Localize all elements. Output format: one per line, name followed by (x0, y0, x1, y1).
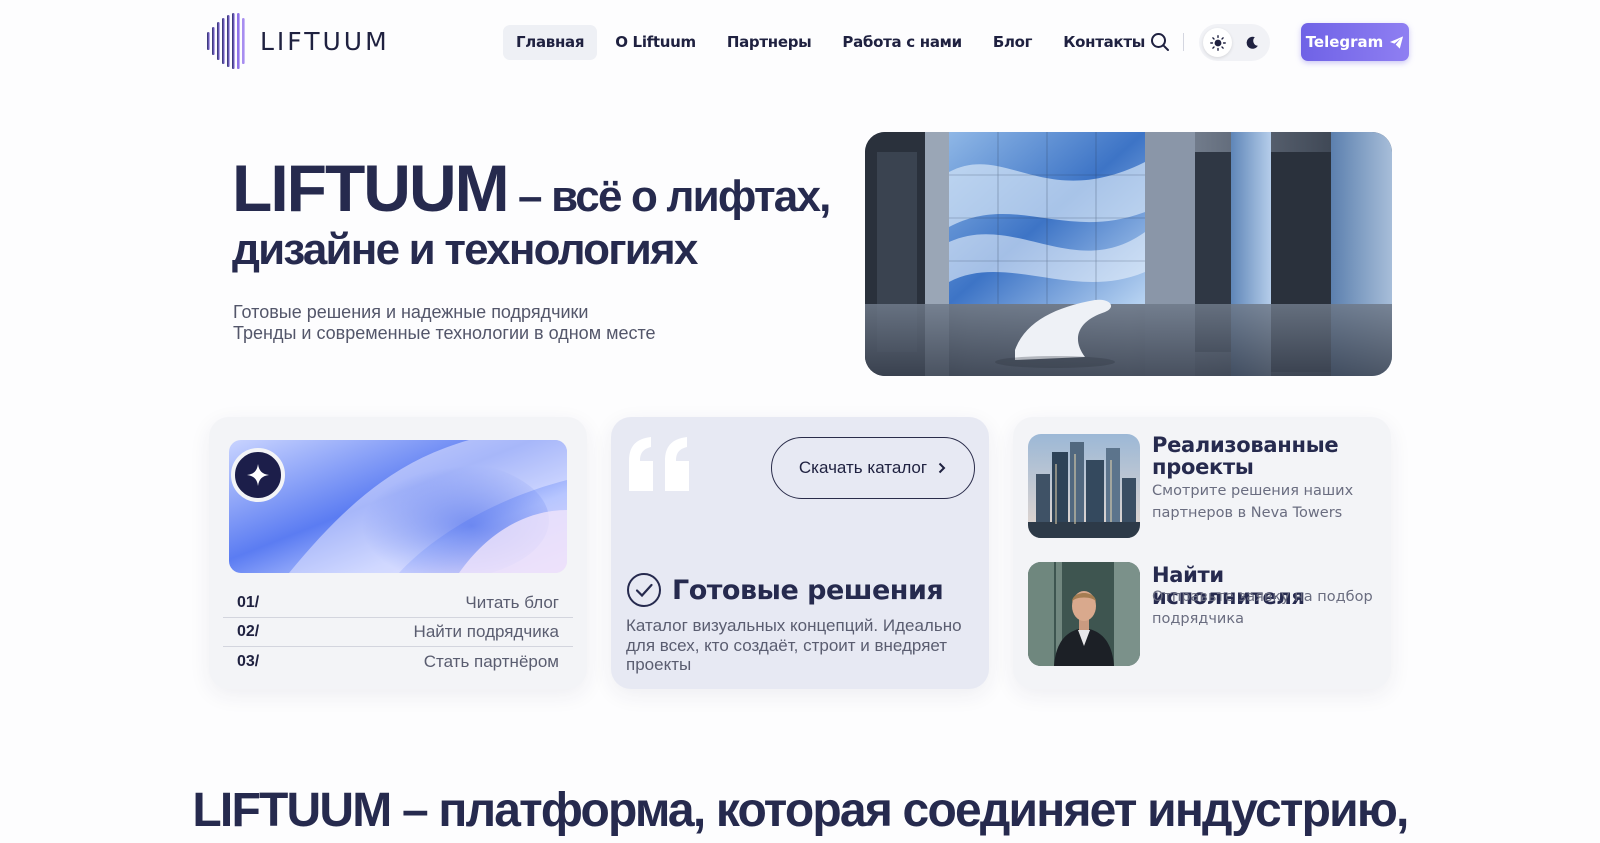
quick-link-number: 01/ (237, 594, 260, 611)
check-circle-icon (627, 573, 661, 607)
find-contractor-description: Отправьте заявку на подбор подрядчика (1152, 589, 1373, 627)
blog-card: 01/ Читать блог 02/ Найти подрядчика 03/… (209, 417, 587, 689)
skyscrapers-image (1028, 434, 1140, 538)
nav-item-partners[interactable]: Партнеры (714, 25, 825, 60)
light-theme-button[interactable] (1203, 28, 1232, 57)
search-icon (1151, 33, 1169, 51)
realized-projects-item[interactable]: Реализованные проекты Смотрите решения н… (1028, 434, 1378, 539)
hero-elevator-lobby-image (865, 132, 1392, 376)
main-nav: Главная О Liftuum Партнеры Работа с нами… (503, 25, 1163, 60)
search-button[interactable] (1148, 30, 1172, 54)
quick-link-label: Стать партнёром (423, 651, 559, 671)
hero-subtitle: Готовые решения и надежные подрядчики Тр… (233, 302, 656, 344)
logo[interactable]: LIFTUUM (206, 12, 390, 70)
contractor-portrait-image (1028, 562, 1140, 666)
download-catalog-label: Скачать каталог (798, 458, 928, 477)
hero-subtitle-line2: Тренды и современные технологии в одном … (233, 323, 656, 343)
sparkle-icon (247, 464, 269, 486)
catalog-title-row: Готовые решения (626, 572, 944, 608)
dark-theme-button[interactable] (1237, 28, 1266, 57)
paper-plane-icon (1390, 35, 1404, 49)
realized-projects-title: Реализованные проекты (1152, 433, 1339, 479)
hero-title-line2: дизайне и технологиях (232, 225, 698, 274)
platform-heading: LIFTUUM – платформа, которая соединяет и… (192, 784, 1409, 837)
quick-link-find-contractor[interactable]: 02/ Найти подрядчика (223, 618, 573, 647)
quick-link-become-partner[interactable]: 03/ Стать партнёром (223, 647, 573, 676)
find-contractor-item[interactable]: Найти исполнителя Отправьте заявку на по… (1028, 562, 1378, 667)
quick-link-number: 02/ (237, 623, 260, 640)
catalog-card: Скачать каталог Готовые решения Каталог … (611, 417, 989, 689)
quick-links-list: 01/ Читать блог 02/ Найти подрядчика 03/… (223, 589, 573, 676)
quick-link-number: 03/ (237, 652, 260, 670)
site-header: LIFTUUM Главная О Liftuum Партнеры Работ… (0, 0, 1600, 84)
catalog-description: Каталог визуальных концепций. Идеально д… (626, 616, 962, 674)
sun-icon (1209, 34, 1226, 51)
projects-card: Реализованные проекты Смотрите решения н… (1013, 417, 1391, 689)
quote-icon (629, 437, 689, 491)
quick-link-label: Читать блог (465, 593, 559, 612)
theme-toggle[interactable] (1199, 24, 1270, 61)
telegram-label: Telegram (1305, 33, 1384, 51)
hero-title: LIFTUUM – всё о лифтах, дизайне и технол… (232, 155, 872, 272)
logo-text: LIFTUUM (260, 26, 390, 56)
hero-subtitle-line1: Готовые решения и надежные подрядчики (233, 302, 589, 322)
nav-item-contacts[interactable]: Контакты (1050, 25, 1158, 60)
nav-item-blog[interactable]: Блог (980, 25, 1045, 60)
sparkle-badge (231, 448, 285, 502)
telegram-button[interactable]: Telegram (1301, 23, 1409, 61)
chevron-right-icon (938, 462, 946, 474)
catalog-title: Готовые решения (672, 574, 944, 606)
download-catalog-button[interactable]: Скачать каталог (771, 437, 975, 499)
quick-link-read-blog[interactable]: 01/ Читать блог (223, 589, 573, 618)
logo-bars-icon (207, 13, 245, 69)
nav-item-about[interactable]: О Liftuum (602, 25, 709, 60)
nav-item-home[interactable]: Главная (503, 25, 598, 60)
hero-title-rest: – всё о лифтах, (507, 172, 831, 221)
hero-brand: LIFTUUM (232, 151, 510, 225)
header-divider (1183, 33, 1184, 51)
moon-icon (1246, 36, 1258, 49)
realized-projects-description: Смотрите решения наших партнеров в Neva … (1152, 483, 1354, 521)
quick-link-label: Найти подрядчика (413, 622, 559, 641)
nav-item-work-with-us[interactable]: Работа с нами (829, 25, 974, 60)
